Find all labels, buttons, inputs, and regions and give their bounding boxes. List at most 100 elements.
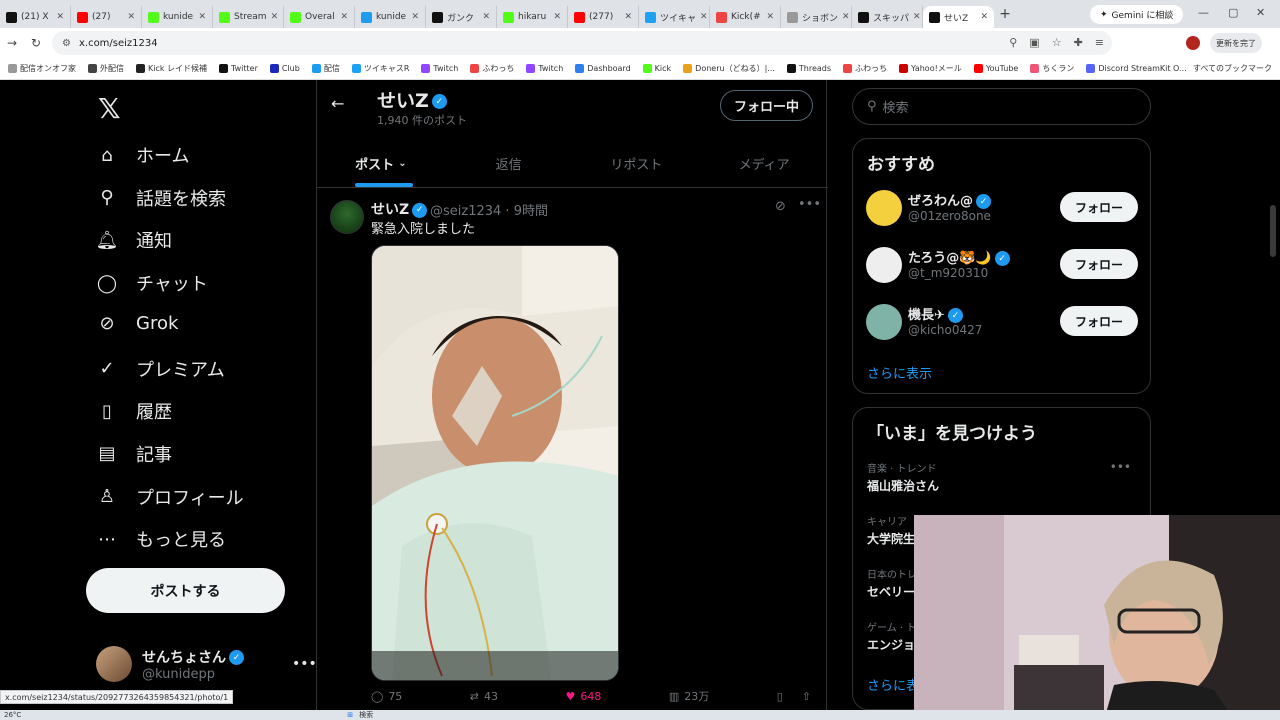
taskbar-search[interactable]: 検索	[359, 710, 373, 720]
tab-reposts[interactable]: リポスト	[573, 140, 701, 187]
update-button[interactable]: 更新を完了	[1210, 33, 1262, 53]
nav-item[interactable]: ◯ チャット	[96, 270, 208, 296]
bookmark-item[interactable]: Kick レイド候補	[136, 63, 207, 74]
more-icon[interactable]: •••	[292, 656, 317, 672]
trend-item[interactable]: 音楽 · トレンド 福山雅治さん •••	[867, 460, 1137, 494]
reading-list-icon[interactable]: ≡	[1095, 36, 1104, 49]
reply-button[interactable]: ◯ 75	[371, 688, 402, 704]
restore-icon[interactable]: ▢	[1228, 6, 1238, 19]
browser-tab[interactable]: Stream ✕	[213, 6, 284, 28]
bookmark-item[interactable]: 外配信	[88, 63, 124, 74]
tab-close-icon[interactable]: ✕	[700, 12, 708, 22]
bookmark-item[interactable]: Twitch	[526, 64, 563, 73]
grok-icon[interactable]: ⊘	[775, 199, 786, 214]
nav-item[interactable]: ♙ プロフィール	[96, 484, 244, 510]
nav-item[interactable]: ✓ プレミアム	[96, 356, 224, 382]
browser-tab[interactable]: (27) ✕	[71, 6, 142, 28]
tab-close-icon[interactable]: ✕	[980, 12, 988, 22]
bookmark-item[interactable]: Yahoo!メール	[899, 63, 962, 74]
browser-tab[interactable]: スキッパ ✕	[852, 6, 923, 28]
bookmark-item[interactable]: Doneru（どねる）|...	[683, 63, 775, 74]
suggestion-item[interactable]: たろう@🐯🌙 ✓ @t_m920310 フォロー	[866, 247, 1138, 283]
account-switcher[interactable]: せんちょさん ✓ @kunidepp •••	[96, 646, 317, 682]
views-button[interactable]: ▥ 23万	[669, 688, 709, 704]
all-bookmarks-button[interactable]: すべてのブックマーク	[1193, 63, 1272, 74]
bookmark-item[interactable]: Kick	[642, 64, 671, 73]
bookmark-item[interactable]: Dashboard	[575, 64, 631, 73]
nav-item[interactable]: ⌂ ホーム	[96, 142, 189, 168]
bookmark-item[interactable]: YouTube	[973, 64, 1018, 73]
tab-posts[interactable]: ポスト ⌄	[317, 140, 445, 187]
star-icon[interactable]: ☆	[1052, 36, 1062, 49]
tab-replies[interactable]: 返信	[445, 140, 573, 187]
nav-item[interactable]: ▤ 記事	[96, 441, 172, 467]
bookmark-button[interactable]: ▯ ⇧	[777, 688, 811, 704]
nav-item[interactable]: ⚲ 話題を検索	[96, 185, 226, 211]
bookmark-item[interactable]: ふわっち	[843, 63, 887, 74]
tweet-author-name[interactable]: せいZ ✓	[371, 199, 428, 219]
tab-close-icon[interactable]: ✕	[482, 12, 490, 22]
profile-avatar[interactable]	[1186, 36, 1200, 50]
like-button[interactable]: ♥ 648	[565, 688, 601, 704]
show-more-link[interactable]: さらに表示	[867, 363, 932, 382]
search-input[interactable]: ⚲ 検索	[852, 88, 1151, 125]
forward-icon[interactable]: →	[0, 36, 24, 50]
bookmark-item[interactable]: 配信オンオフ家	[8, 63, 76, 74]
browser-tab[interactable]: ツイキャ ✕	[639, 6, 710, 28]
more-icon[interactable]: •••	[1110, 460, 1131, 474]
bookmark-item[interactable]: ふわっち	[470, 63, 514, 74]
post-button[interactable]: ポストする	[86, 568, 285, 613]
tab-close-icon[interactable]: ✕	[553, 12, 561, 22]
browser-tab[interactable]: kunide ✕	[142, 6, 213, 28]
nav-item[interactable]: ⋯ もっと見る	[96, 526, 226, 552]
suggestion-item[interactable]: ぜろわん@ ✓ @01zero8one フォロー	[866, 190, 1138, 226]
follow-button[interactable]: フォロー	[1060, 306, 1138, 336]
browser-tab[interactable]: Overal ✕	[284, 6, 355, 28]
trends-show-more[interactable]: さらに表	[867, 675, 919, 694]
follow-button[interactable]: フォロー	[1060, 249, 1138, 279]
nav-item[interactable]: 🔔︎ 通知	[96, 227, 172, 253]
tweet-photo[interactable]	[371, 245, 619, 681]
follow-button[interactable]: フォロー	[1060, 192, 1138, 222]
tab-close-icon[interactable]: ✕	[913, 12, 921, 22]
tab-close-icon[interactable]: ✕	[842, 12, 850, 22]
browser-tab[interactable]: (277) ✕	[568, 6, 639, 28]
windows-start-icon[interactable]: ⊞	[347, 711, 353, 719]
x-logo-icon[interactable]: 𝕏	[98, 92, 121, 125]
browser-tab[interactable]: せいZ ✕	[923, 6, 994, 28]
new-tab-icon[interactable]: +	[994, 6, 1016, 22]
browser-tab[interactable]: Kick(# ✕	[710, 6, 781, 28]
back-arrow-icon[interactable]: ←	[331, 94, 344, 113]
site-info-icon[interactable]: ⚙	[62, 38, 71, 49]
tab-close-icon[interactable]: ✕	[340, 12, 348, 22]
following-button[interactable]: フォロー中	[720, 90, 813, 121]
browser-tab[interactable]: kunide ✕	[355, 6, 426, 28]
bookmark-item[interactable]: 配信	[311, 63, 340, 74]
extensions-icon[interactable]: ✚	[1074, 36, 1083, 49]
tab-close-icon[interactable]: ✕	[127, 12, 135, 22]
bookmark-item[interactable]: Twitch	[421, 64, 458, 73]
bookmark-item[interactable]: ツイキャスR	[351, 63, 409, 74]
tweet-avatar[interactable]	[330, 200, 364, 234]
reload-icon[interactable]: ↻	[24, 36, 48, 50]
tab-media[interactable]: メディア	[700, 140, 828, 187]
omnibox[interactable]: ⚙ x.com/seiz1234 ⚲ ▣ ☆ ✚ ≡	[52, 31, 1112, 55]
tab-close-icon[interactable]: ✕	[766, 12, 774, 22]
browser-tab[interactable]: ショボン ✕	[781, 6, 852, 28]
browser-tab[interactable]: hikaru ✕	[497, 6, 568, 28]
browser-tab[interactable]: (21) X ✕	[0, 6, 71, 28]
more-icon[interactable]: •••	[798, 197, 821, 212]
tab-close-icon[interactable]: ✕	[56, 12, 64, 22]
share-icon[interactable]: ⇧	[802, 690, 811, 703]
browser-tab[interactable]: ガンク ✕	[426, 6, 497, 28]
bookmark-item[interactable]: Discord StreamKit O...	[1086, 64, 1187, 73]
tab-close-icon[interactable]: ✕	[624, 12, 632, 22]
tab-close-icon[interactable]: ✕	[198, 12, 206, 22]
bookmark-item[interactable]: ちくラン	[1030, 63, 1074, 74]
zoom-icon[interactable]: ⚲	[1009, 36, 1017, 49]
repost-button[interactable]: ⇄ 43	[470, 688, 498, 704]
tab-close-icon[interactable]: ✕	[271, 12, 279, 22]
suggestion-item[interactable]: 機長✈ ✓ @kicho0427 フォロー	[866, 304, 1138, 340]
tweet[interactable]: せいZ ✓ @seiz1234 · 9時間 ⊘ ••• 緊急入院しました ◯ 7…	[317, 188, 828, 710]
bookmark-item[interactable]: Club	[269, 64, 300, 73]
